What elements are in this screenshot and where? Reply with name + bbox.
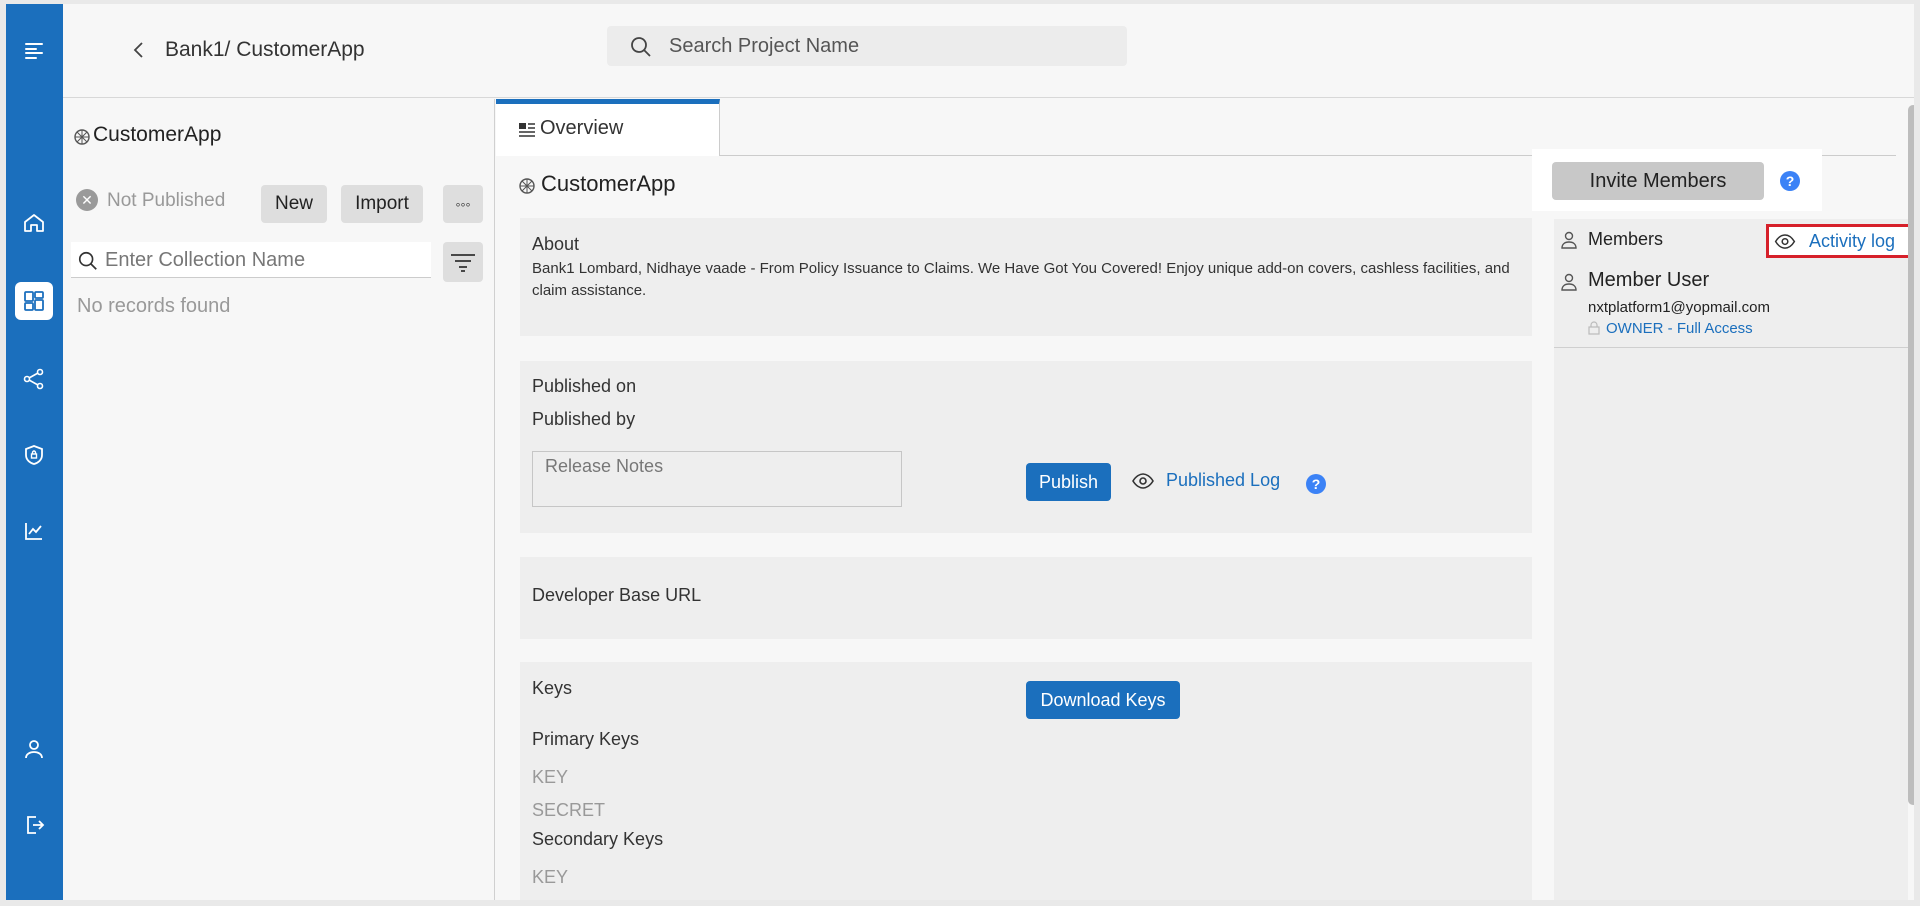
- release-notes-field: [532, 451, 902, 507]
- members-label: Members: [1588, 229, 1664, 249]
- published-by-label: Published by: [532, 409, 636, 429]
- activity-log-label: Activity log: [1809, 231, 1896, 251]
- overview-icon: [519, 123, 535, 137]
- member-role: OWNER - Full Access: [1606, 320, 1753, 337]
- page-title: CustomerApp: [541, 171, 676, 196]
- published-on-label: Published on: [532, 376, 637, 396]
- logout-icon[interactable]: [15, 806, 53, 844]
- search-icon: [631, 37, 651, 57]
- more-options-button[interactable]: ◦◦◦: [443, 185, 483, 223]
- about-section: About Bank1 Lombard, Nidhaye vaade - Fro…: [520, 218, 1532, 336]
- member-email: nxtplatform1@yopmail.com: [1588, 299, 1770, 316]
- search-icon: [78, 251, 97, 270]
- status-label: Not Published: [107, 190, 226, 211]
- help-icon[interactable]: ?: [1306, 474, 1326, 494]
- divider: [1554, 347, 1908, 348]
- tab-overview[interactable]: Overview: [496, 99, 720, 156]
- members-panel: Members Activity log Member User nxtplat…: [1554, 219, 1914, 900]
- collection-search-input[interactable]: [105, 246, 423, 274]
- developer-base-url-label: Developer Base URL: [532, 585, 702, 605]
- scrollbar[interactable]: [1908, 105, 1914, 805]
- invite-area: Invite Members ?: [1532, 149, 1822, 211]
- published-log-link[interactable]: Published Log: [1166, 470, 1280, 491]
- collection-title: CustomerApp: [93, 123, 222, 146]
- person-icon: [1561, 273, 1577, 291]
- collection-panel: CustomerApp ✕ Not Published New Import ◦…: [63, 99, 559, 900]
- primary-key-label: KEY: [532, 767, 569, 787]
- app-window: Bank1/ CustomerApp CustomerApp ✕ Not Pub…: [6, 4, 1914, 900]
- main-content: Overview CustomerApp About Bank1 Lombard…: [496, 99, 1914, 900]
- dashboard-icon[interactable]: [15, 282, 53, 320]
- keys-section: Keys Download Keys Primary Keys KEY SECR…: [520, 662, 1532, 900]
- invite-members-button[interactable]: Invite Members: [1552, 162, 1764, 200]
- help-icon[interactable]: ?: [1780, 171, 1800, 191]
- top-header: Bank1/ CustomerApp: [63, 4, 1914, 98]
- about-label: About: [532, 234, 580, 254]
- publish-button[interactable]: Publish: [1026, 463, 1111, 501]
- person-icon: [1561, 231, 1577, 249]
- eye-icon: [1774, 234, 1796, 249]
- share-icon[interactable]: [15, 360, 53, 398]
- project-icon: [74, 129, 90, 145]
- home-icon[interactable]: [15, 204, 53, 242]
- not-published-icon: ✕: [76, 189, 98, 211]
- user-icon[interactable]: [15, 730, 53, 768]
- collection-search: [71, 242, 431, 278]
- secondary-keys-label: Secondary Keys: [532, 829, 664, 849]
- about-text: Bank1 Lombard, Nidhaye vaade - From Poli…: [532, 260, 1510, 299]
- download-keys-button[interactable]: Download Keys: [1026, 681, 1180, 719]
- eye-icon: [1132, 473, 1154, 489]
- menu-icon[interactable]: [15, 32, 53, 70]
- tab-bar: Overview: [496, 99, 1896, 156]
- project-search: [607, 26, 1127, 66]
- new-button[interactable]: New: [261, 185, 327, 223]
- tab-overview-label: Overview: [540, 117, 624, 139]
- lock-icon: [1588, 321, 1600, 335]
- primary-keys-label: Primary Keys: [532, 729, 640, 749]
- chart-icon[interactable]: [15, 512, 53, 550]
- shield-icon[interactable]: [15, 436, 53, 474]
- left-rail: [6, 4, 63, 900]
- keys-label: Keys: [532, 678, 573, 698]
- back-arrow-icon[interactable]: [129, 40, 149, 60]
- filter-icon: [451, 254, 475, 272]
- publish-section: Published on Published by Publish Publis…: [520, 361, 1532, 533]
- secondary-key-label: KEY: [532, 867, 569, 887]
- filter-button[interactable]: [443, 242, 483, 282]
- breadcrumb[interactable]: Bank1/ CustomerApp: [165, 38, 365, 62]
- import-button[interactable]: Import: [341, 185, 423, 223]
- project-search-input[interactable]: [669, 30, 1109, 62]
- empty-state: No records found: [77, 295, 231, 317]
- project-icon: [519, 178, 535, 194]
- member-name: Member User: [1588, 269, 1710, 291]
- release-notes-input[interactable]: [533, 452, 901, 506]
- primary-secret-label: SECRET: [532, 800, 606, 820]
- developer-section: Developer Base URL: [520, 557, 1532, 639]
- activity-log-button[interactable]: Activity log: [1766, 224, 1914, 258]
